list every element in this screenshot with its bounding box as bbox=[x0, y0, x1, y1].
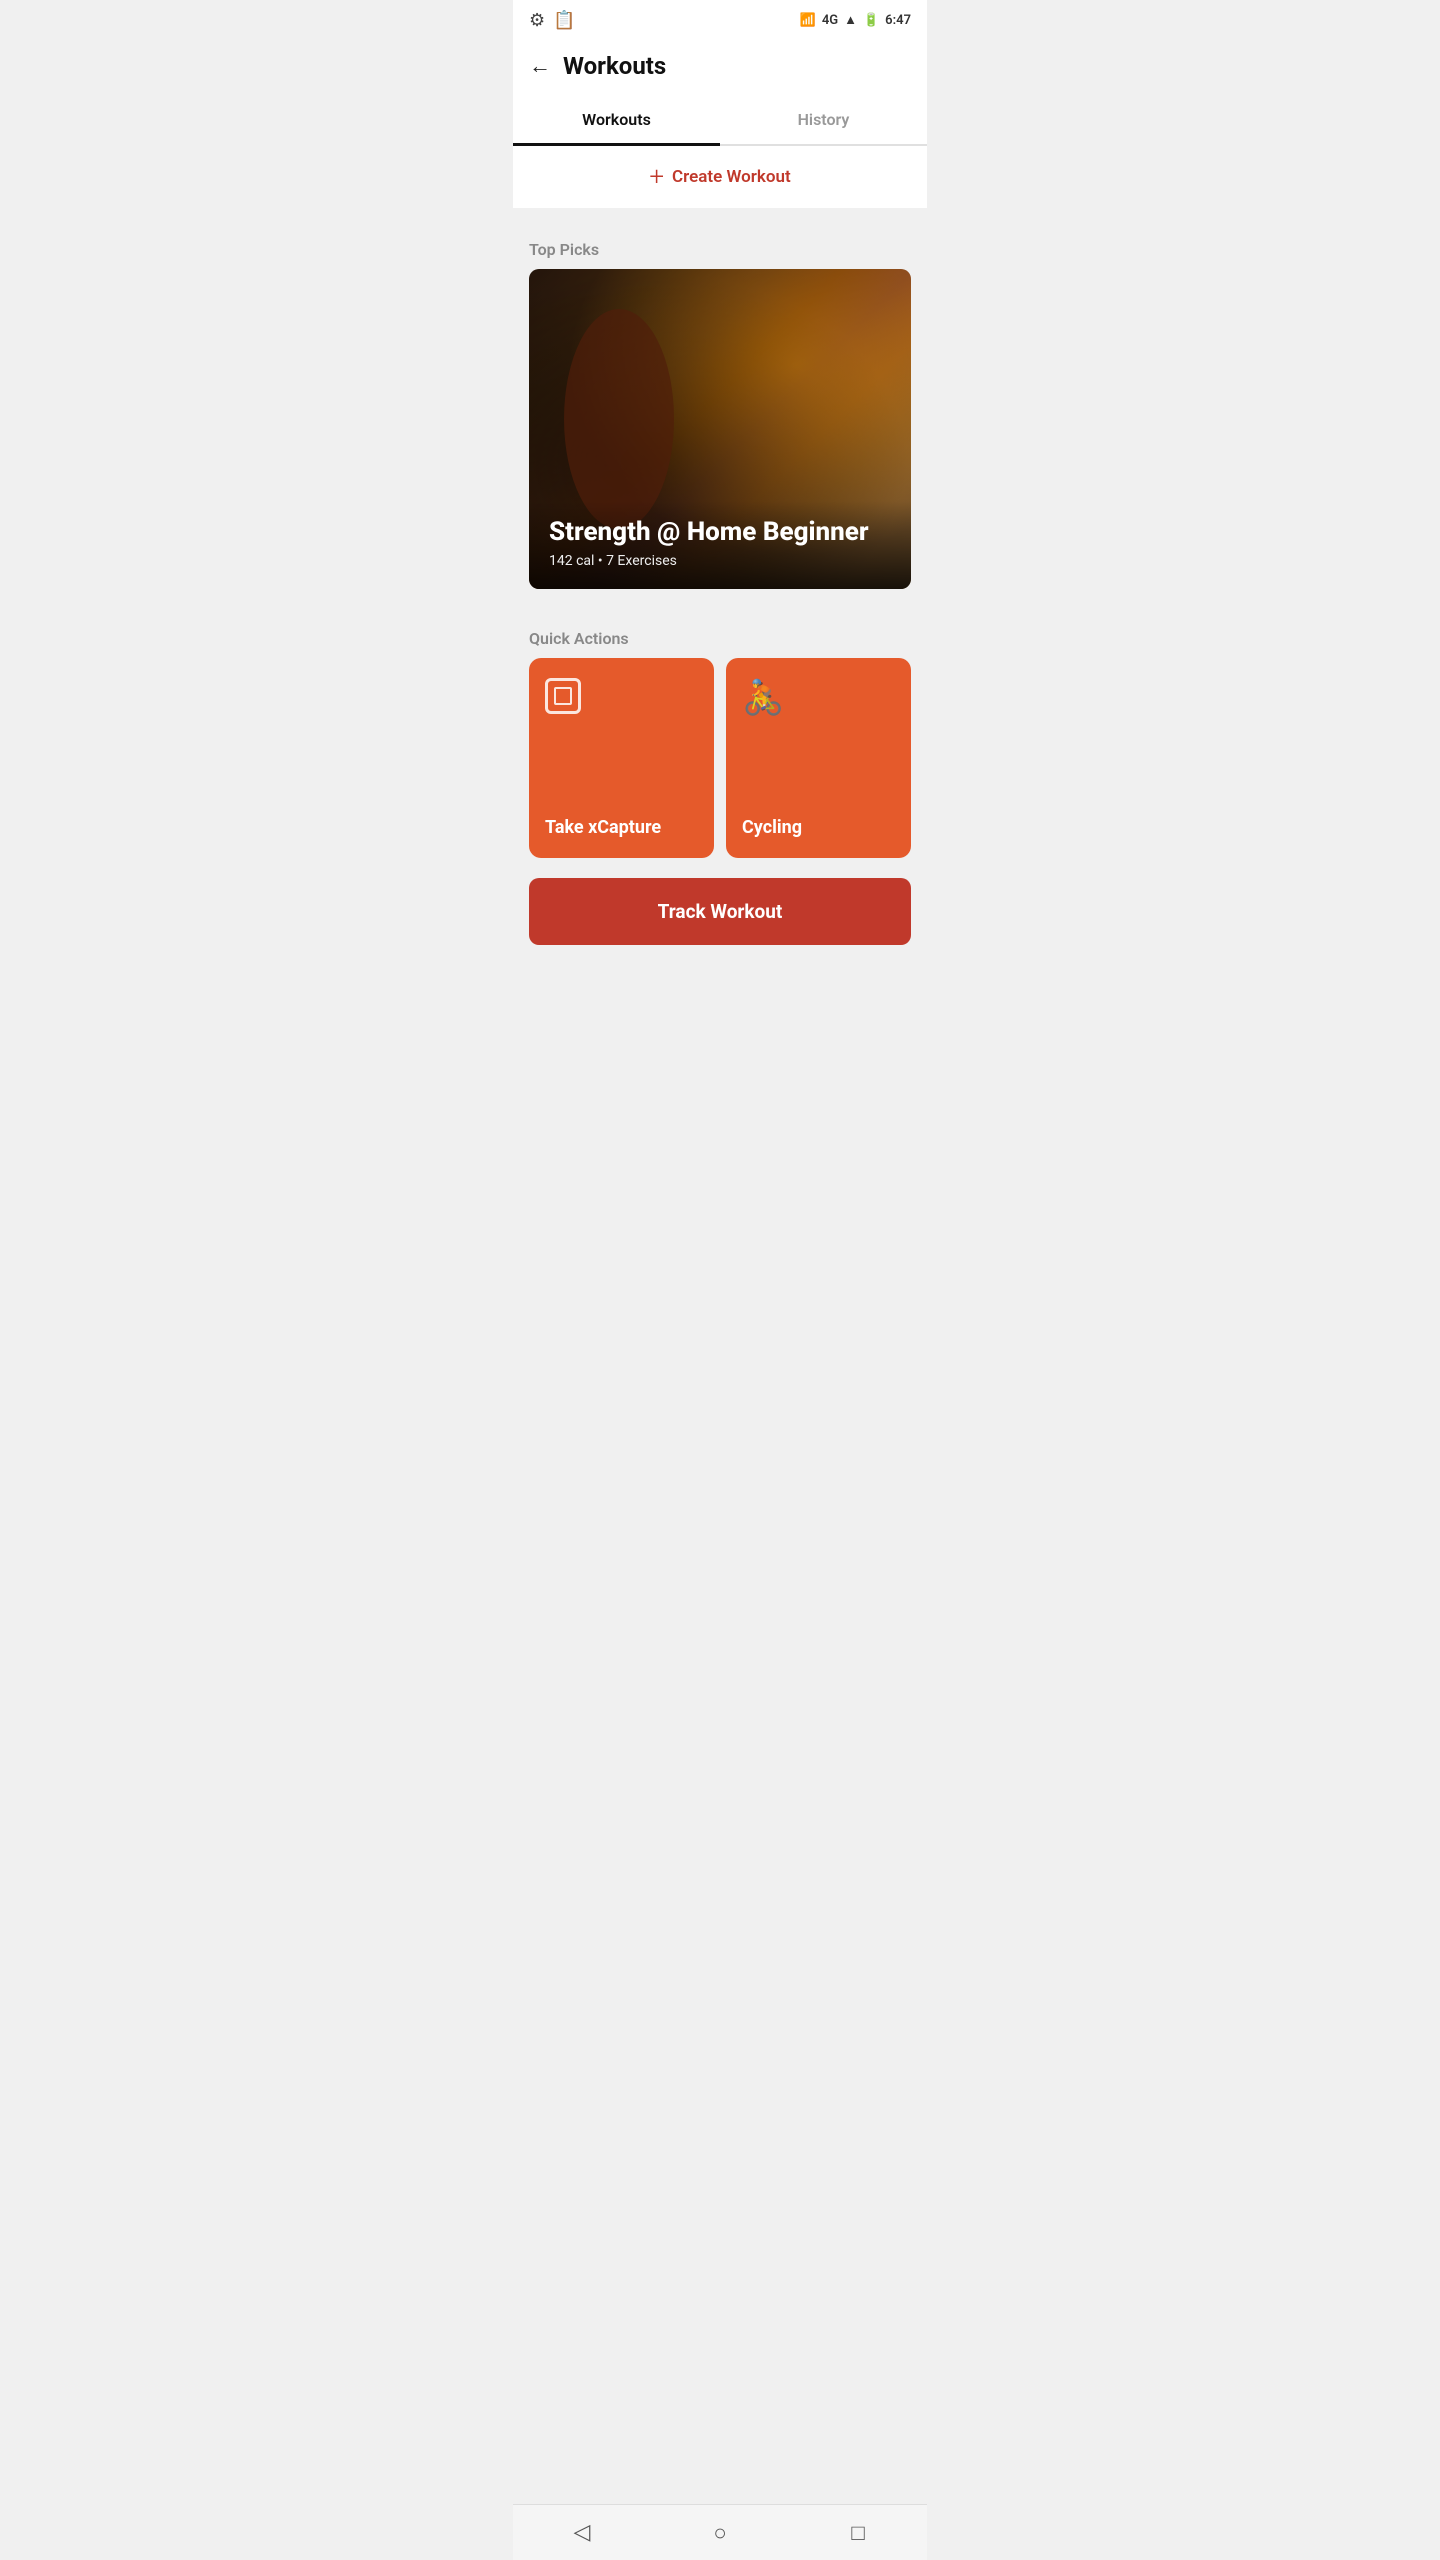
track-workout-label: Track Workout bbox=[658, 900, 783, 923]
nav-home-button[interactable]: ○ bbox=[700, 2513, 740, 2553]
xcapture-label: Take xCapture bbox=[545, 817, 698, 838]
cycling-label: Cycling bbox=[742, 817, 895, 838]
page-title: Workouts bbox=[563, 52, 666, 80]
create-workout-label: Create Workout bbox=[672, 167, 791, 187]
back-button[interactable]: ← bbox=[529, 53, 551, 79]
plus-icon: + bbox=[649, 162, 664, 192]
quick-actions-container: Take xCapture 🚴 Cycling bbox=[513, 658, 927, 858]
battery-icon: 🔋 bbox=[863, 13, 879, 28]
tab-history[interactable]: History bbox=[720, 96, 927, 144]
scan-icon bbox=[545, 678, 698, 714]
top-picks-card[interactable]: Strength @ Home Beginner 142 cal • 7 Exe… bbox=[529, 269, 911, 589]
bluetooth-icon: 📶 bbox=[800, 13, 816, 28]
action-card-xcapture[interactable]: Take xCapture bbox=[529, 658, 714, 858]
create-workout-button[interactable]: + Create Workout bbox=[649, 162, 790, 192]
status-bar: ⚙ 📋 📶 4G ▲ 🔋 6:47 bbox=[513, 0, 927, 40]
track-workout-button[interactable]: Track Workout bbox=[529, 878, 911, 945]
main-content: + Create Workout Top Picks Strength @ Ho… bbox=[513, 146, 927, 1049]
card-overlay: Strength @ Home Beginner 142 cal • 7 Exe… bbox=[529, 501, 911, 589]
create-workout-card: + Create Workout bbox=[513, 146, 927, 208]
clipboard-icon: 📋 bbox=[553, 10, 575, 31]
network-indicator: 4G bbox=[822, 13, 838, 28]
workout-meta: 142 cal • 7 Exercises bbox=[549, 553, 891, 569]
signal-icon: ▲ bbox=[844, 12, 857, 28]
nav-back-button[interactable]: ◁ bbox=[562, 2513, 602, 2553]
bottom-nav: ◁ ○ □ bbox=[513, 2504, 927, 2560]
tab-bar: Workouts History bbox=[513, 96, 927, 146]
gear-icon: ⚙ bbox=[529, 10, 545, 31]
workout-title: Strength @ Home Beginner bbox=[549, 517, 891, 547]
nav-recents-button[interactable]: □ bbox=[838, 2513, 878, 2553]
action-card-cycling[interactable]: 🚴 Cycling bbox=[726, 658, 911, 858]
top-picks-section-label: Top Picks bbox=[513, 224, 927, 269]
quick-actions-section-label: Quick Actions bbox=[513, 613, 927, 658]
status-bar-left: ⚙ 📋 bbox=[529, 10, 576, 31]
cycling-icon: 🚴 bbox=[742, 678, 895, 718]
top-nav: ← Workouts bbox=[513, 40, 927, 96]
status-bar-right: 📶 4G ▲ 🔋 6:47 bbox=[800, 12, 911, 28]
tab-workouts[interactable]: Workouts bbox=[513, 96, 720, 146]
time-display: 6:47 bbox=[885, 13, 911, 28]
